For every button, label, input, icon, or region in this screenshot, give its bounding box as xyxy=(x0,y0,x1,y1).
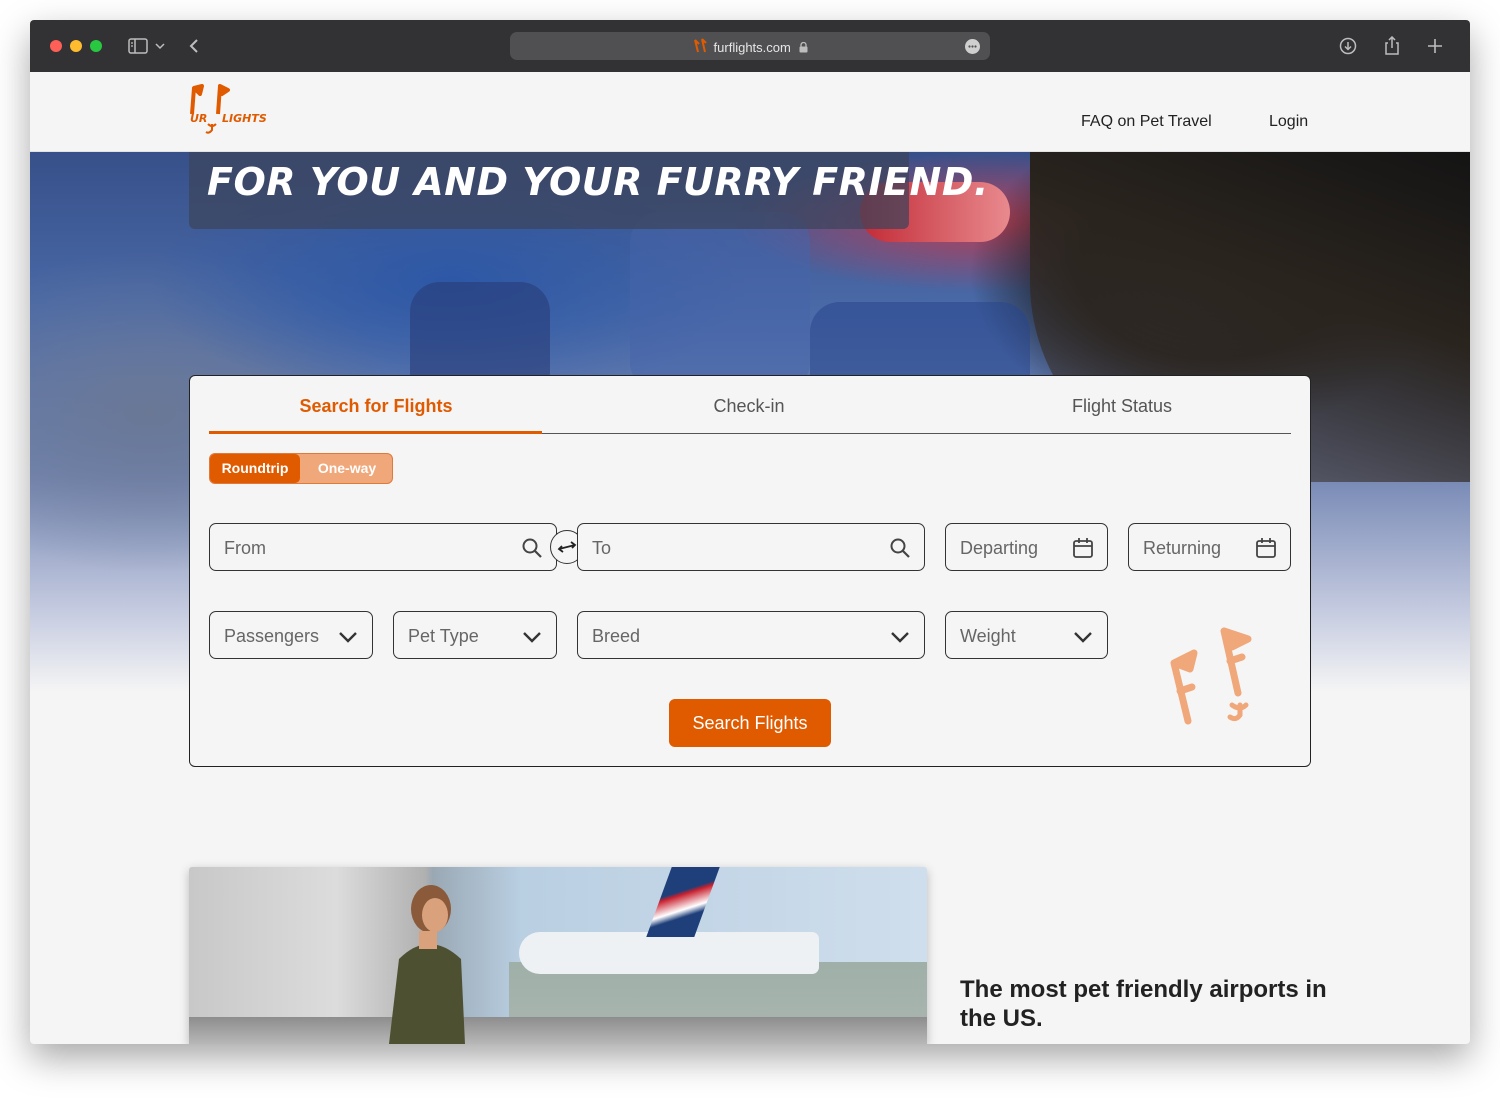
furflights-logo[interactable]: UR LIGHTS xyxy=(188,84,268,143)
lock-icon xyxy=(799,41,808,56)
tab-search-flights[interactable]: Search for Flights xyxy=(211,396,541,417)
url-text: furflights.com xyxy=(713,40,791,55)
chevron-down-icon xyxy=(520,624,544,648)
photo-railing xyxy=(189,1017,927,1044)
search-icon xyxy=(520,536,544,560)
photo-airplane-tail xyxy=(646,867,720,937)
sidebar-toggle-icon[interactable] xyxy=(126,34,150,58)
passengers-placeholder: Passengers xyxy=(224,626,320,646)
back-arrow-icon[interactable] xyxy=(182,34,206,58)
tab-flight-status[interactable]: Flight Status xyxy=(957,396,1287,417)
departing-date-input[interactable]: Departing xyxy=(945,523,1108,571)
nav-login-link[interactable]: Login xyxy=(1269,113,1308,131)
one-way-option[interactable]: One-way xyxy=(302,454,392,483)
new-tab-icon[interactable] xyxy=(1423,34,1447,58)
site-header: UR LIGHTS FAQ on Pet Travel Login xyxy=(30,72,1470,152)
chevron-down-icon xyxy=(888,624,912,648)
calendar-icon xyxy=(1071,536,1095,560)
departing-placeholder: Departing xyxy=(960,538,1039,558)
zoom-window-button[interactable] xyxy=(90,40,102,52)
svg-text:UR: UR xyxy=(190,112,207,125)
from-placeholder: From xyxy=(224,538,266,558)
to-input[interactable]: To xyxy=(577,523,925,571)
from-input[interactable]: From xyxy=(209,523,557,571)
svg-text:LIGHTS: LIGHTS xyxy=(222,112,267,125)
roundtrip-option[interactable]: Roundtrip xyxy=(210,454,300,483)
minimize-window-button[interactable] xyxy=(70,40,82,52)
passengers-select[interactable]: Passengers xyxy=(209,611,373,659)
weight-select[interactable]: Weight xyxy=(945,611,1108,659)
photo-airplane xyxy=(519,932,819,974)
active-tab-indicator xyxy=(209,431,542,434)
airport-photo xyxy=(189,867,927,1044)
address-bar[interactable]: furflights.com xyxy=(510,32,990,60)
weight-placeholder: Weight xyxy=(960,626,1016,646)
returning-date-input[interactable]: Returning xyxy=(1128,523,1291,571)
tab-check-in[interactable]: Check-in xyxy=(584,396,914,417)
calendar-icon xyxy=(1254,536,1278,560)
photo-traveler xyxy=(379,879,471,1044)
search-flights-button[interactable]: Search Flights xyxy=(669,699,831,747)
share-icon[interactable] xyxy=(1380,34,1404,58)
chevron-down-icon[interactable] xyxy=(152,34,168,58)
nav-faq-link[interactable]: FAQ on Pet Travel xyxy=(1081,113,1212,131)
page-menu-icon[interactable] xyxy=(965,39,980,54)
hero-photo-seat xyxy=(630,212,810,392)
favicon-icon xyxy=(692,38,708,57)
search-icon xyxy=(888,536,912,560)
section-heading: The most pet friendly airports in the US… xyxy=(960,976,1327,1032)
close-window-button[interactable] xyxy=(50,40,62,52)
returning-placeholder: Returning xyxy=(1143,538,1222,558)
hero-title: FOR YOU AND YOUR FURRY FRIEND. xyxy=(207,160,989,204)
to-placeholder: To xyxy=(592,538,612,558)
furflights-mark-icon xyxy=(1162,621,1272,736)
breed-select[interactable]: Breed xyxy=(577,611,925,659)
swap-arrows-icon xyxy=(557,541,577,553)
hero-title-box: FOR YOU AND YOUR FURRY FRIEND. xyxy=(189,152,988,229)
search-tabs: Search for Flights Check-in Flight Statu… xyxy=(209,376,1291,434)
trip-type-toggle: Roundtrip One-way xyxy=(209,453,393,484)
flight-search-card: Search for Flights Check-in Flight Statu… xyxy=(189,375,1311,767)
chevron-down-icon xyxy=(336,624,360,648)
pet-type-select[interactable]: Pet Type xyxy=(393,611,557,659)
breed-placeholder: Breed xyxy=(592,626,641,646)
pet-type-placeholder: Pet Type xyxy=(408,626,479,646)
chevron-down-icon xyxy=(1071,624,1095,648)
browser-toolbar: furflights.com xyxy=(30,20,1470,72)
download-icon[interactable] xyxy=(1336,34,1360,58)
browser-window: furflights.com UR LIGHTS FAQ on Pet Trav… xyxy=(30,20,1470,1044)
